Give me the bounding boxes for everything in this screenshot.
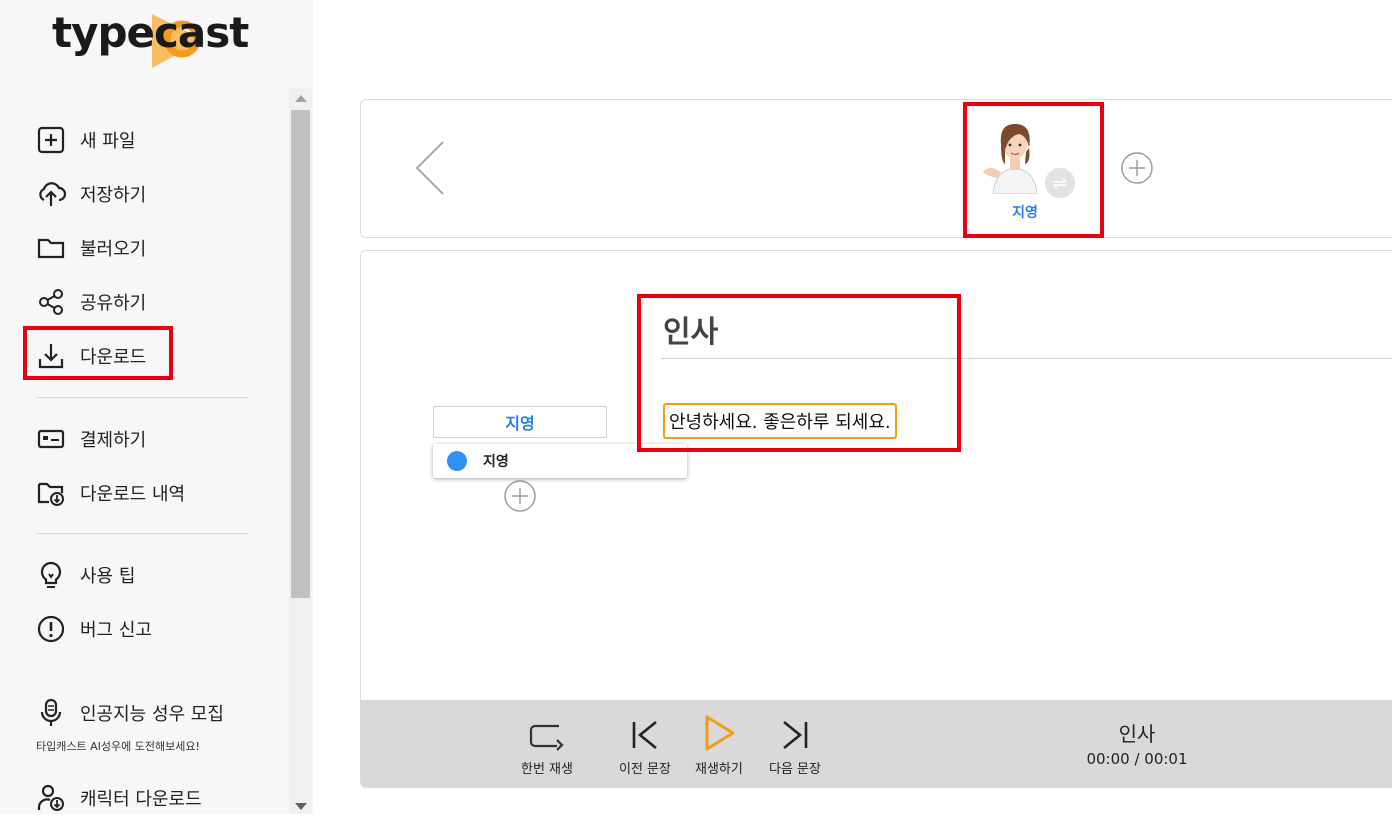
play-once-button[interactable]: 한번 재생: [521, 718, 573, 777]
next-sentence-button[interactable]: 다음 문장: [769, 718, 821, 777]
folder-download-icon: [36, 478, 66, 508]
previous-sentence-button[interactable]: 이전 문장: [619, 718, 671, 777]
next-icon: [783, 720, 808, 750]
share-icon: [36, 287, 66, 317]
microphone-icon: [36, 698, 66, 728]
play-label: 재생하기: [695, 762, 743, 777]
script-title[interactable]: 인사: [663, 307, 718, 351]
scroll-up-arrow-icon[interactable]: [295, 95, 307, 102]
speaker-color-dot: [447, 451, 467, 471]
alert-circle-icon: [36, 614, 66, 644]
folder-icon: [36, 233, 66, 263]
sidebar-item-character-download[interactable]: 캐릭터 다운로드: [36, 780, 202, 816]
speaker-dropdown[interactable]: 지영: [433, 444, 687, 478]
logo-text: typecast: [52, 8, 249, 57]
playback-time: 00:00 / 00:01: [1086, 750, 1188, 768]
sidebar-item-save[interactable]: 저장하기: [36, 176, 146, 212]
now-playing-title: 인사: [1118, 722, 1156, 746]
sidebar-item-label: 새 파일: [80, 131, 136, 152]
repeat-once-icon: [529, 724, 564, 751]
add-character-icon[interactable]: [1121, 152, 1153, 184]
sidebar-item-tips[interactable]: 사용 팁: [36, 557, 135, 593]
plus-square-icon: [36, 125, 66, 155]
next-sentence-label: 다음 문장: [769, 762, 821, 777]
sidebar-item-label: 공유하기: [80, 293, 147, 314]
sidebar-divider: [36, 533, 248, 534]
add-sentence-icon[interactable]: [504, 480, 536, 512]
user-download-icon: [36, 783, 66, 813]
credit-card-icon: [36, 424, 66, 454]
sidebar-item-label: 결제하기: [80, 430, 147, 451]
sentence-text[interactable]: 안녕하세요. 좋은하루 되세요.: [663, 403, 897, 439]
chevron-left-icon[interactable]: [413, 138, 447, 198]
sidebar-item-payment[interactable]: 결제하기: [36, 421, 146, 457]
sidebar: typecast 새 파일 저장하기 불러오기 공유하기 다운로드 결제하기 다…: [0, 0, 313, 814]
voice-recruit-note: 타입캐스트 AI성우에 도전해보세요!: [36, 740, 200, 753]
sidebar-item-download[interactable]: 다운로드: [36, 338, 146, 374]
sidebar-item-label: 불러오기: [80, 239, 147, 260]
previous-icon: [632, 720, 657, 750]
sidebar-item-download-history[interactable]: 다운로드 내역: [36, 475, 185, 511]
swap-icon[interactable]: ⇌: [1043, 166, 1077, 200]
sidebar-scrollbar[interactable]: [289, 88, 312, 814]
sidebar-item-label: 사용 팁: [80, 566, 136, 587]
player-bar: 한번 재생 이전 문장 재생하기 다음 문장 인사 00:00 / 00:01: [361, 700, 1392, 787]
sidebar-item-share[interactable]: 공유하기: [36, 284, 146, 320]
sidebar-divider: [36, 397, 248, 398]
speaker-select[interactable]: 지영: [433, 406, 607, 438]
play-icon: [705, 715, 735, 751]
script-editor: 인사 안녕하세요. 좋은하루 되세요. 지영 지영 한번 재생 이전 문장 재생…: [360, 250, 1392, 788]
cloud-upload-icon: [36, 179, 66, 209]
scroll-thumb[interactable]: [291, 110, 310, 598]
sidebar-item-label: 저장하기: [80, 185, 147, 206]
character-bar: ⇌ 지영: [360, 99, 1392, 238]
sidebar-item-label: 캐릭터 다운로드: [80, 789, 202, 810]
sidebar-item-label: 다운로드: [80, 347, 147, 368]
previous-sentence-label: 이전 문장: [619, 762, 671, 777]
sidebar-item-label: 다운로드 내역: [80, 484, 186, 505]
play-once-label: 한번 재생: [521, 762, 573, 777]
sidebar-item-voice-recruit[interactable]: 인공지능 성우 모집: [36, 695, 224, 731]
sidebar-item-bug-report[interactable]: 버그 신고: [36, 611, 152, 647]
lightbulb-icon: [36, 560, 66, 590]
play-button[interactable]: 재생하기: [695, 715, 743, 777]
typecast-logo[interactable]: typecast: [52, 4, 272, 74]
speaker-option[interactable]: 지영: [483, 451, 509, 471]
sidebar-item-label: 인공지능 성우 모집: [80, 704, 224, 725]
sidebar-item-label: 버그 신고: [80, 620, 152, 641]
title-divider: [661, 358, 1392, 359]
sidebar-item-new-file[interactable]: 새 파일: [36, 122, 135, 158]
download-icon: [36, 341, 66, 371]
character-avatar[interactable]: [979, 114, 1051, 194]
selected-character-name: 지영: [1012, 205, 1038, 221]
sidebar-item-open[interactable]: 불러오기: [36, 230, 146, 266]
scroll-down-arrow-icon[interactable]: [295, 803, 307, 810]
